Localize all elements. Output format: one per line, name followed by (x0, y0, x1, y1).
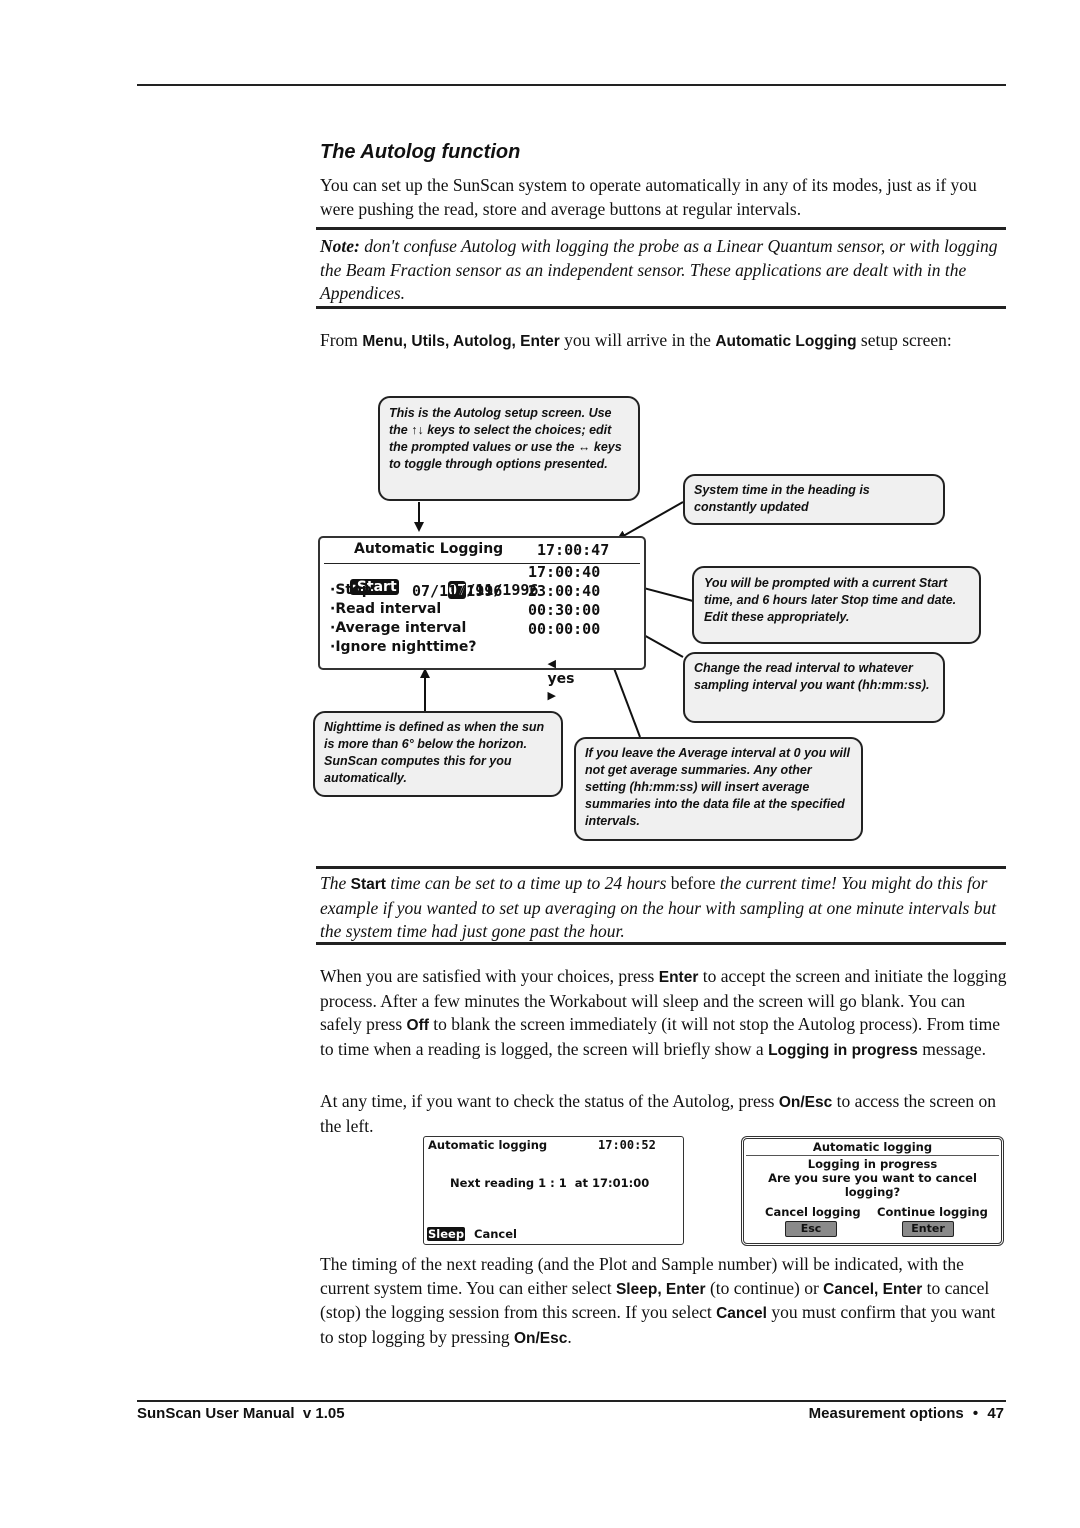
cancel-option[interactable]: Cancel (474, 1227, 517, 1241)
logging-message-ref: Logging in progress (768, 1041, 918, 1059)
cancel-logging-label: Cancel logging (765, 1205, 861, 1219)
footer-manual-title: SunScan User Manual v 1.05 (137, 1405, 345, 1422)
average-interval-field[interactable]: 00:00:00 (528, 620, 600, 638)
setup-screen-title: Automatic Logging (354, 541, 504, 557)
cancel-logging-dialog: Automatic logging Logging in progress Ar… (741, 1136, 1004, 1246)
on-esc-key-ref: On/Esc (778, 1094, 833, 1111)
setup-screen-clock: 17:00:47 (537, 541, 610, 559)
status-screen-clock: 17:00:52 (598, 1138, 656, 1152)
bullet-icon: • (972, 1405, 979, 1422)
dialog-line-2: Are you sure you want to cancel (768, 1171, 977, 1185)
satisfied-text-1: When you are satisfied with your choices… (320, 966, 659, 986)
autolog-status-screen: Automatic logging 17:00:52 Next reading … (423, 1136, 684, 1245)
stop-date-field[interactable]: 07/11/1996 (412, 582, 502, 600)
callout-setup-screen: This is the Autolog setup screen. Use th… (378, 396, 640, 501)
setup-row-ignore-nighttime[interactable]: ·Ignore nighttime? (330, 639, 477, 655)
status-paragraph: At any time, if you want to check the st… (320, 1090, 1010, 1138)
sleep-option[interactable]: Sleep (427, 1227, 466, 1241)
sleep-enter-ref: Sleep, Enter (615, 1280, 706, 1298)
dialog-title-divider (746, 1155, 999, 1156)
callout-system-time: System time in the heading is constantly… (683, 474, 945, 525)
start-note-bottom-rule (316, 942, 1006, 945)
cancel-ref: Cancel (716, 1305, 767, 1322)
status-text-1: At any time, if you want to check the st… (320, 1091, 779, 1111)
before-word: before (670, 873, 716, 893)
status-screen-title: Automatic logging (428, 1138, 548, 1152)
start-note-paragraph: The Start time can be set to a time up t… (320, 872, 1010, 944)
setup-row-stop[interactable]: ·Stop (330, 582, 372, 598)
start-note-text-2: time can be set to a time up to 24 hours (385, 873, 671, 893)
start-time-field[interactable]: 17:00:40 (528, 563, 600, 581)
continue-logging-label: Continue logging (877, 1205, 988, 1219)
satisfied-text-4: message. (917, 1038, 986, 1059)
timing-paragraph: The timing of the next reading (and the … (320, 1253, 1010, 1350)
start-note-text-1: The (320, 873, 351, 893)
enter-key-ref: Enter (658, 969, 699, 986)
ignore-nighttime-toggle[interactable]: ◀ yes ▶ (528, 639, 575, 719)
cancel-enter-ref: Cancel, Enter (823, 1280, 923, 1298)
footer-section: Measurement options (808, 1405, 964, 1422)
arrow-right-icon: ▶ (547, 689, 556, 702)
satisfied-paragraph: When you are satisfied with your choices… (320, 965, 1010, 1062)
callout-read-interval: Change the read interval to whatever sam… (683, 652, 945, 723)
setup-row-read-interval[interactable]: ·Read interval (330, 601, 441, 617)
start-note-top-rule (316, 866, 1006, 869)
autolog-setup-screen: Automatic Logging 17:00:47 ·Start 07/11/… (318, 536, 646, 702)
next-reading-text: Next reading 1 : 1 at 17:01:00 (450, 1176, 650, 1190)
dialog-title: Automatic logging (812, 1140, 933, 1154)
callout-average-interval: If you leave the Average interval at 0 y… (574, 737, 863, 841)
footer-right: Measurement options • 47 (809, 1405, 1004, 1422)
read-interval-field[interactable]: 00:30:00 (528, 601, 600, 619)
dialog-line-3: logging? (844, 1185, 901, 1199)
footer-rule (137, 1400, 1006, 1402)
timing-text-5: . (567, 1326, 572, 1347)
arrow-system-time (616, 501, 684, 540)
arrow-left-icon: ◀ (547, 657, 556, 670)
enter-button[interactable]: Enter (902, 1221, 954, 1237)
callout-nighttime: Nighttime is defined as when the sun is … (313, 711, 563, 797)
sleep-option-selected[interactable]: Sleep (427, 1227, 466, 1241)
dialog-line-1: Logging in progress (807, 1157, 938, 1171)
callout-prompted: You will be prompted with a current Star… (692, 566, 981, 644)
ignore-nighttime-value: yes (547, 671, 575, 687)
on-esc-ref: On/Esc (513, 1329, 568, 1347)
esc-button[interactable]: Esc (785, 1221, 837, 1237)
stop-time-field[interactable]: 23:00:40 (528, 582, 600, 600)
start-keyword: Start (350, 876, 386, 893)
page-number: 47 (987, 1405, 1004, 1422)
off-key-ref: Off (406, 1017, 429, 1034)
timing-text-2: (to continue) or (705, 1277, 824, 1298)
setup-row-average-interval[interactable]: ·Average interval (330, 620, 466, 636)
